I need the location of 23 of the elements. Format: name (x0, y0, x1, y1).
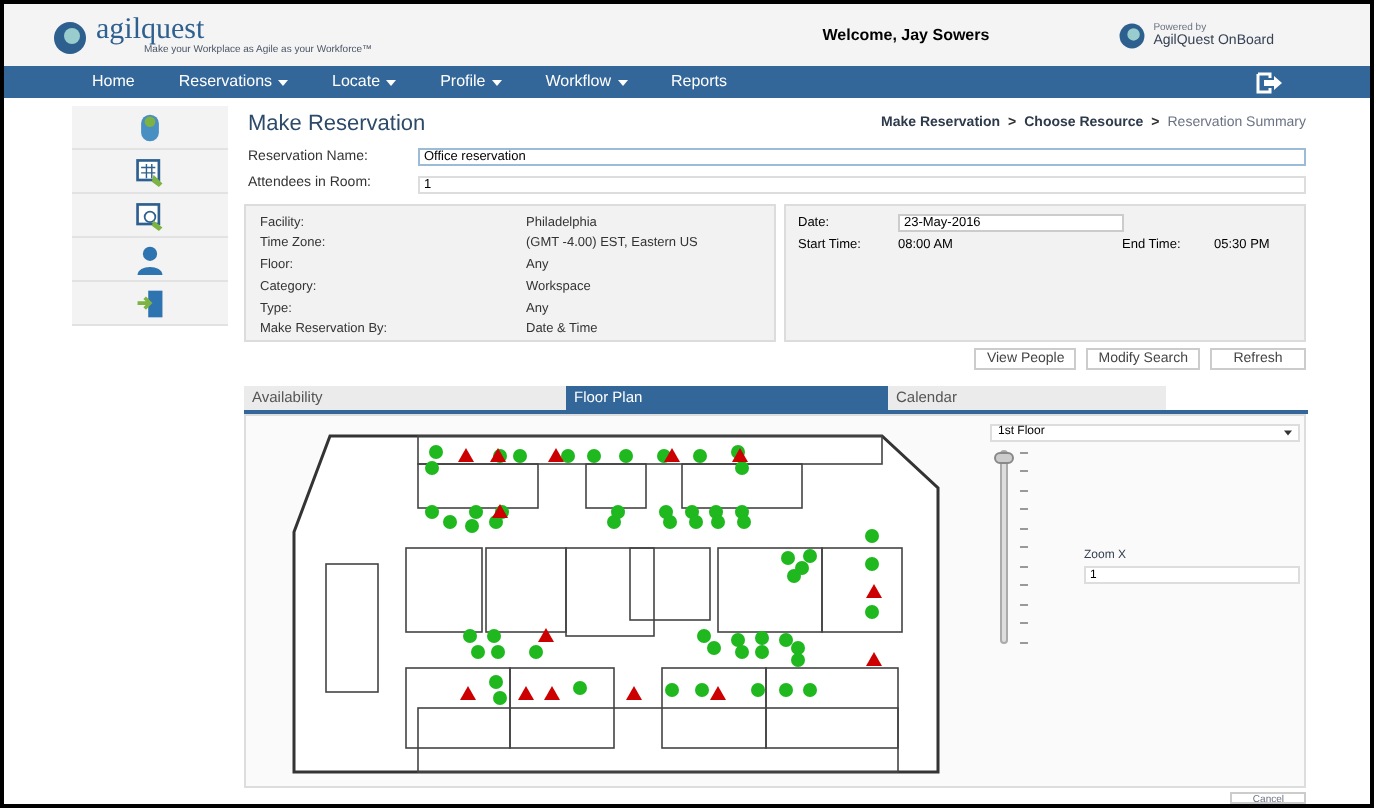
zoom-slider[interactable] (994, 447, 1018, 647)
page-title: Make Reservation (248, 110, 426, 140)
calendar-icon[interactable] (134, 153, 166, 189)
nav-item[interactable]: Home (92, 70, 135, 94)
person-icon[interactable] (134, 241, 166, 277)
caret-icon (491, 79, 502, 85)
caret-icon (617, 79, 627, 85)
clock-icon[interactable] (134, 197, 166, 233)
logo-text: agilquest (96, 15, 205, 45)
nav-item[interactable]: Workflow (545, 70, 627, 94)
logo-icon (1117, 21, 1146, 49)
caret-icon (386, 79, 397, 85)
nav-item[interactable]: Reservations (178, 70, 289, 94)
caret-icon (278, 79, 289, 85)
nav-item[interactable]: Locate (332, 70, 397, 94)
nav-item[interactable]: Reports (671, 70, 728, 94)
logout-icon[interactable] (1256, 71, 1282, 93)
door-icon[interactable] (134, 285, 166, 321)
welcome-text: Welcome, Jay Sowers (822, 23, 990, 47)
caret-icon (1284, 429, 1292, 435)
slider-thumb[interactable] (994, 452, 1014, 465)
logo-icon (52, 19, 88, 55)
nav-item[interactable]: Profile (440, 70, 502, 94)
